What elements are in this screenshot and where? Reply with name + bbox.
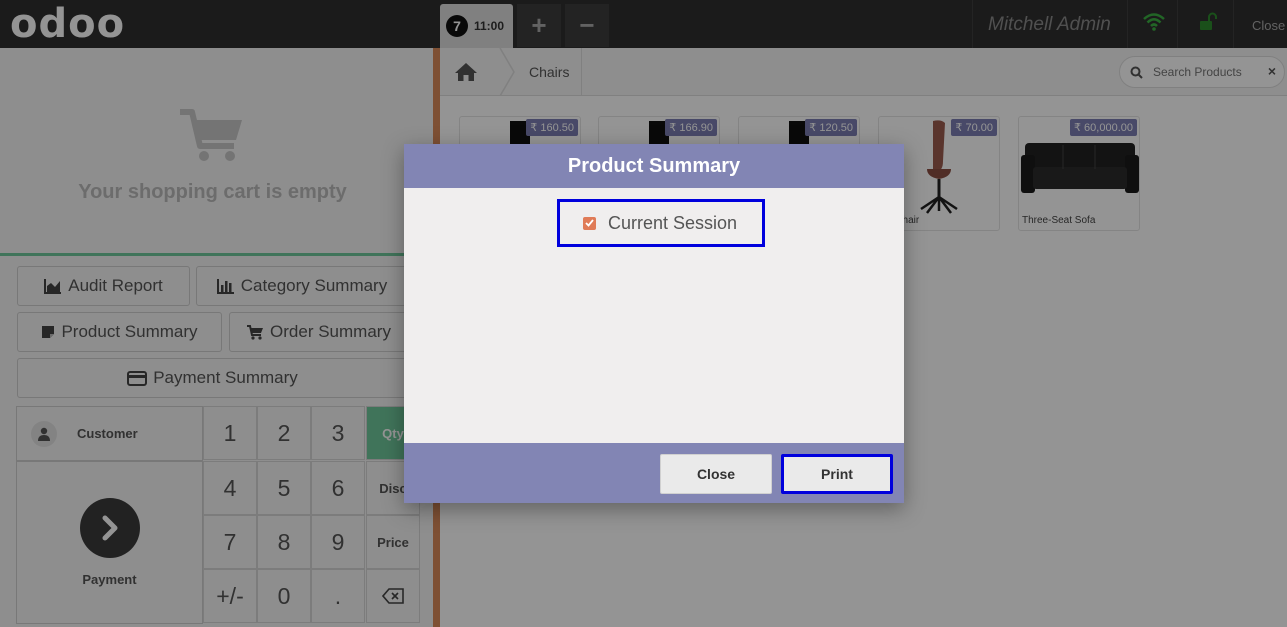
close-button[interactable]: Close [660,454,772,494]
print-button[interactable]: Print [781,454,893,494]
product-summary-dialog: Product Summary Current Session Close Pr… [404,144,904,503]
dialog-footer: Close Print [404,443,904,503]
checkbox-checked-icon[interactable] [583,216,596,230]
dialog-title: Product Summary [404,144,904,188]
current-session-option[interactable]: Current Session [557,199,765,247]
current-session-label: Current Session [608,212,738,233]
